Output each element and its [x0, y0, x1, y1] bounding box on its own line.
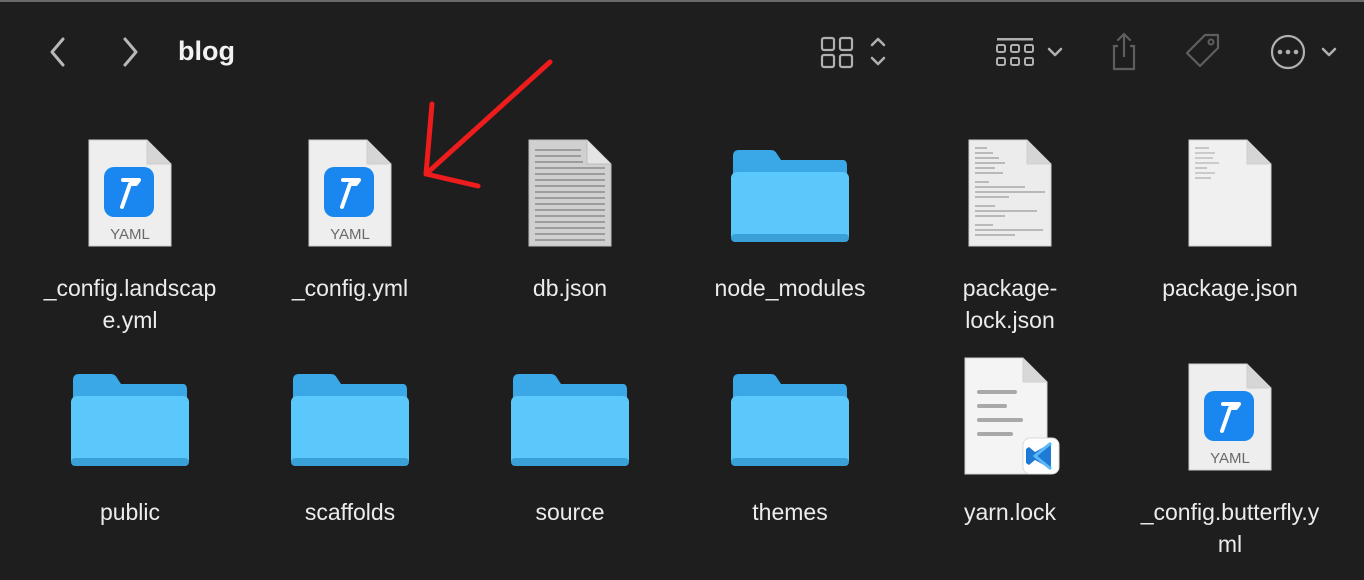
folder-icon: [680, 146, 900, 246]
file-name-label: _config.butterfly.y ml: [1140, 499, 1320, 557]
folder-icon: [20, 370, 240, 470]
json-file-icon: [900, 136, 1120, 250]
yaml-badge: YAML: [330, 226, 370, 243]
chevron-right-icon: [123, 37, 138, 67]
share-button[interactable]: [1104, 28, 1144, 74]
yaml-file-icon: YAML: [240, 136, 460, 250]
ellipsis-circle-icon: [1270, 34, 1337, 70]
json-file-icon: [1120, 136, 1340, 250]
view-mode-button[interactable]: [814, 32, 894, 72]
window-title: blog: [178, 36, 235, 66]
file-name-label: scaffolds: [304, 499, 396, 525]
file-name-label: source: [535, 499, 605, 525]
file-name-label: node_modules: [714, 275, 866, 301]
folder-item[interactable]: node_modules: [680, 100, 900, 350]
json-file-icon: [460, 136, 680, 250]
folder-item[interactable]: source: [460, 350, 680, 580]
folder-item[interactable]: scaffolds: [240, 350, 460, 580]
file-item[interactable]: package- lock.json: [900, 100, 1120, 350]
folder-icon: [680, 370, 900, 470]
file-name-label: themes: [752, 499, 828, 525]
file-item[interactable]: db.json: [460, 100, 680, 350]
file-item[interactable]: YAML _config.butterfly.y ml: [1120, 350, 1340, 580]
tag-button[interactable]: [1180, 28, 1226, 74]
file-name-label: public: [99, 499, 161, 525]
yaml-badge: YAML: [110, 226, 150, 243]
file-icon-grid: YAML _config.landscap e.yml YAML _config…: [0, 100, 1364, 580]
group-by-grid-icon: [996, 38, 1063, 66]
file-name-label: package- lock.json: [962, 275, 1058, 333]
file-name-label: _config.landscap e.yml: [43, 275, 217, 333]
file-name-label: _config.yml: [291, 275, 409, 301]
share-icon: [1112, 32, 1136, 71]
folder-item[interactable]: themes: [680, 350, 900, 580]
yaml-file-icon: YAML: [1120, 360, 1340, 474]
back-button[interactable]: [40, 32, 76, 72]
file-name-label: package.json: [1162, 275, 1298, 301]
folder-icon: [240, 370, 460, 470]
more-actions-button[interactable]: [1266, 30, 1342, 74]
file-item[interactable]: package.json: [1120, 100, 1340, 350]
folder-item[interactable]: public: [20, 350, 240, 580]
group-by-button[interactable]: [990, 32, 1068, 72]
vscode-document-icon: [900, 354, 1120, 478]
forward-button[interactable]: [112, 32, 148, 72]
icon-grid-view-icon: [820, 36, 886, 69]
file-item[interactable]: yarn.lock: [900, 350, 1120, 580]
folder-icon: [460, 370, 680, 470]
file-name-label: db.json: [532, 275, 608, 301]
file-name-label: yarn.lock: [963, 499, 1057, 525]
chevron-left-icon: [50, 37, 65, 67]
file-item[interactable]: YAML _config.landscap e.yml: [20, 100, 240, 350]
file-item[interactable]: YAML _config.yml: [240, 100, 460, 350]
yaml-file-icon: YAML: [20, 136, 240, 250]
finder-toolbar: blog: [0, 2, 1364, 98]
tag-icon: [1185, 33, 1220, 68]
yaml-badge: YAML: [1210, 450, 1250, 467]
